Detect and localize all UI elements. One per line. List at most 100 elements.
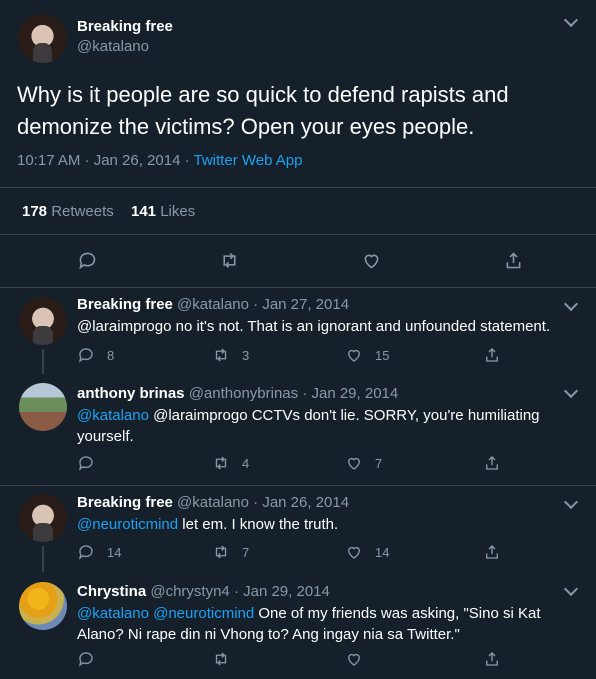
avatar[interactable] — [18, 14, 67, 63]
reply-icon — [78, 348, 93, 363]
reply-header: Breaking free @katalano · Jan 26, 2014 — [77, 494, 349, 511]
reply-tweet[interactable]: anthony brinas @anthonybrinas · Jan 29, … — [0, 374, 596, 485]
retweet-icon — [215, 652, 227, 666]
reply-author-name[interactable]: anthony brinas — [77, 385, 185, 402]
share-icon — [506, 252, 521, 269]
reply-handle-date[interactable]: @anthonybrinas · Jan 29, 2014 — [189, 385, 399, 402]
reply-mention[interactable]: @neuroticmind — [77, 516, 178, 533]
reply-mention[interactable]: @katalano @neuroticmind — [77, 605, 254, 622]
author-name[interactable]: Breaking free — [77, 18, 173, 35]
retweets-count: 178 — [22, 203, 48, 220]
likes-label: Likes — [160, 203, 196, 220]
retweets-label: Retweets — [51, 203, 114, 220]
reply-count: 14 — [107, 544, 122, 560]
reply-icon — [78, 652, 93, 667]
reply-button[interactable] — [77, 454, 107, 472]
reply-tweet[interactable]: Breaking free @katalano · Jan 26, 2014 @… — [0, 486, 596, 572]
like-button[interactable] — [361, 250, 382, 271]
share-icon — [486, 545, 498, 559]
reply-tweet[interactable]: Breaking free @katalano · Jan 27, 2014 @… — [0, 289, 596, 374]
retweet-icon — [223, 252, 236, 269]
reply-body: let em. I know the truth. — [178, 516, 339, 533]
chevron-down-icon[interactable] — [563, 494, 579, 510]
heart-icon — [364, 254, 379, 269]
reply-handle-date[interactable]: @katalano · Jan 27, 2014 — [177, 296, 349, 313]
retweet-button[interactable]: 3 — [212, 346, 249, 364]
chevron-down-icon[interactable] — [563, 12, 579, 28]
reply-author-name[interactable]: Breaking free — [77, 296, 173, 313]
reply-text: @laraimprogo no it's not. That is an ign… — [77, 316, 582, 337]
tweet-actions — [0, 236, 596, 288]
like-count: 14 — [375, 544, 390, 560]
likes-stat[interactable]: 141 Likes — [131, 203, 195, 220]
reply-text: @neuroticmind let em. I know the truth. — [77, 514, 582, 535]
retweet-icon — [215, 545, 227, 559]
retweet-icon — [215, 348, 227, 362]
thread-line — [42, 546, 44, 572]
reply-author-name[interactable]: Chrystina — [77, 583, 146, 600]
tweet-source[interactable]: Twitter Web App — [194, 152, 303, 169]
avatar[interactable] — [19, 383, 67, 431]
share-button[interactable] — [483, 346, 501, 364]
like-count: 7 — [375, 455, 383, 471]
reply-button[interactable] — [77, 250, 98, 271]
tweet-stats: 178 Retweets 141 Likes — [0, 187, 596, 235]
tweet-meta: 10:17 AM · Jan 26, 2014 · Twitter Web Ap… — [17, 152, 302, 169]
retweet-button[interactable]: 7 — [212, 543, 249, 561]
chevron-down-icon[interactable] — [563, 581, 579, 597]
share-icon — [486, 652, 498, 666]
share-icon — [486, 456, 498, 470]
thread-line — [42, 349, 44, 374]
chevron-down-icon[interactable] — [563, 383, 579, 399]
heart-icon — [348, 457, 360, 470]
reply-body: @laraimprogo no it's not. That is an ign… — [77, 318, 551, 335]
share-button[interactable] — [503, 250, 524, 271]
like-button[interactable]: 15 — [345, 346, 389, 364]
like-button[interactable] — [345, 650, 375, 668]
reply-header: anthony brinas @anthonybrinas · Jan 29, … — [77, 385, 398, 402]
share-button[interactable] — [483, 543, 501, 561]
reply-button[interactable]: 8 — [77, 346, 114, 364]
heart-icon — [348, 546, 360, 559]
reply-author-name[interactable]: Breaking free — [77, 494, 173, 511]
retweet-icon — [215, 456, 227, 470]
avatar[interactable] — [19, 582, 67, 630]
retweet-button[interactable] — [219, 250, 240, 271]
retweet-count: 4 — [242, 455, 250, 471]
author-handle[interactable]: @katalano — [77, 38, 149, 55]
like-button[interactable]: 7 — [345, 454, 382, 472]
reply-handle-date[interactable]: @katalano · Jan 26, 2014 — [177, 494, 349, 511]
reply-icon — [79, 252, 96, 270]
tweet-text: Why is it people are so quick to defend … — [17, 82, 509, 139]
heart-icon — [348, 349, 360, 362]
main-tweet: Breaking free @katalano Why is it people… — [0, 0, 596, 288]
share-button[interactable] — [483, 454, 501, 472]
reply-button[interactable]: 14 — [77, 543, 121, 561]
reply-mention[interactable]: @katalano — [77, 407, 149, 424]
chevron-down-icon[interactable] — [563, 296, 579, 312]
retweet-button[interactable] — [212, 650, 242, 668]
like-count: 15 — [375, 347, 390, 363]
reply-icon — [78, 456, 93, 471]
reply-tweet[interactable]: Chrystina @chrystyn4 · Jan 29, 2014 @kat… — [0, 572, 596, 679]
reply-text: @katalano @laraimprogo CCTVs don't lie. … — [77, 405, 582, 447]
reply-icon — [78, 545, 93, 560]
avatar[interactable] — [19, 297, 67, 345]
retweets-stat[interactable]: 178 Retweets — [22, 203, 114, 220]
like-button[interactable]: 14 — [345, 543, 389, 561]
reply-button[interactable] — [77, 650, 107, 668]
retweet-count: 3 — [242, 347, 250, 363]
heart-icon — [348, 653, 360, 666]
likes-count: 141 — [131, 203, 157, 220]
retweet-button[interactable]: 4 — [212, 454, 249, 472]
share-button[interactable] — [483, 650, 501, 668]
retweet-count: 7 — [242, 544, 250, 560]
tweet-timestamp[interactable]: 10:17 AM · Jan 26, 2014 · — [17, 152, 194, 169]
avatar[interactable] — [19, 494, 67, 542]
reply-handle-date[interactable]: @chrystyn4 · Jan 29, 2014 — [150, 583, 330, 600]
reply-header: Chrystina @chrystyn4 · Jan 29, 2014 — [77, 583, 330, 600]
share-icon — [486, 348, 498, 362]
reply-header: Breaking free @katalano · Jan 27, 2014 — [77, 296, 349, 313]
reply-count: 8 — [107, 347, 115, 363]
reply-text: @katalano @neuroticmind One of my friend… — [77, 603, 582, 645]
